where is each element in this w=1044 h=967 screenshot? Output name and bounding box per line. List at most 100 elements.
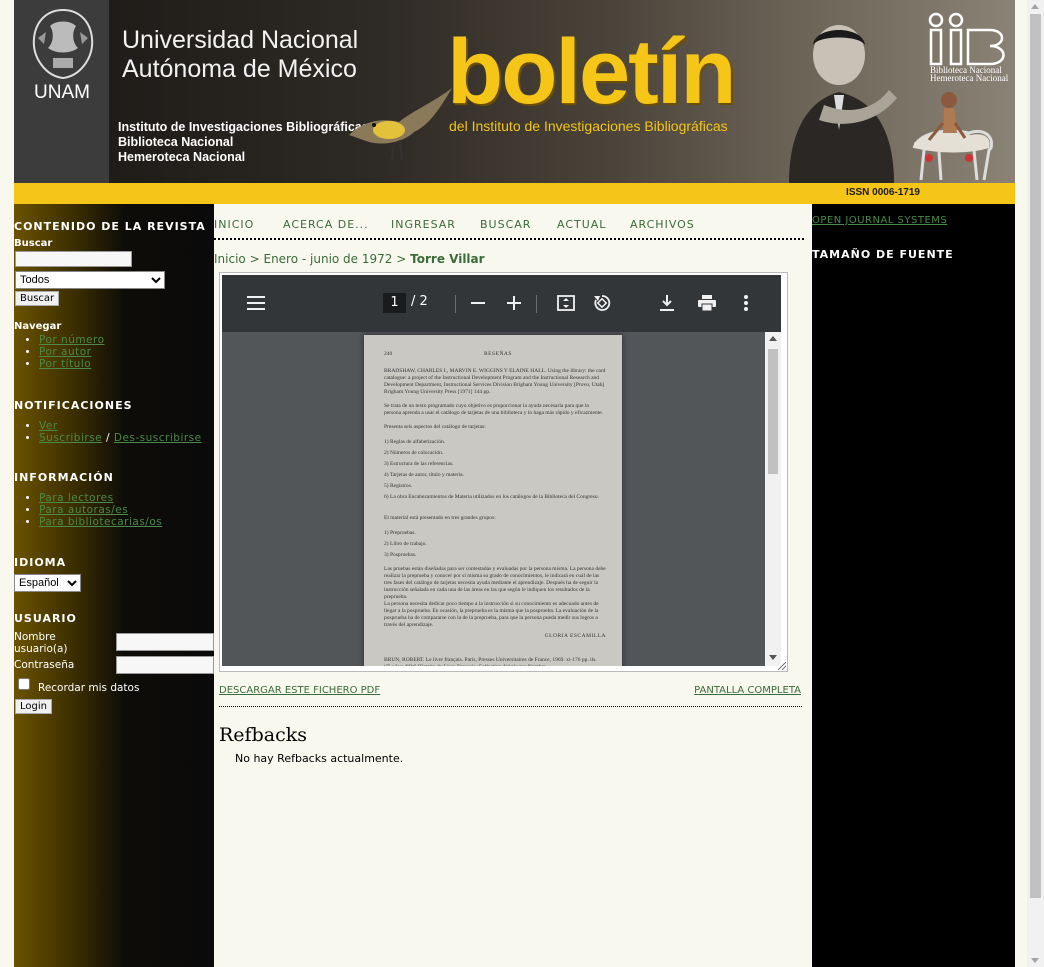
browse-by-title-link[interactable]: Por título xyxy=(39,358,91,370)
search-scope-select[interactable]: Todos xyxy=(15,271,165,289)
font-size-title: TAMAÑO DE FUENTE xyxy=(812,248,954,261)
username-input[interactable] xyxy=(116,633,214,651)
journal-title: boletín xyxy=(447,21,737,123)
journal-subtitle: del Instituto de Investigaciones Bibliog… xyxy=(449,118,728,134)
pdf-total-pages: 2 xyxy=(419,294,428,309)
institute-line2: Biblioteca Nacional xyxy=(118,135,234,149)
pdf-page-input[interactable]: 1 xyxy=(383,293,406,313)
breadcrumb-issue-link[interactable]: Enero - junio de 1972 xyxy=(263,252,392,266)
nav-item-buscar[interactable]: BUSCAR xyxy=(480,218,531,231)
scroll-up-icon[interactable] xyxy=(1031,4,1039,9)
scroll-down-icon[interactable] xyxy=(1031,958,1039,963)
unam-logo-block[interactable]: UNAM xyxy=(14,0,109,183)
pdf-paragraph: Presenta seis aspectos del catálogo de t… xyxy=(384,424,486,430)
nav-item-ingresar[interactable]: INGRESAR xyxy=(391,218,456,231)
breadcrumb: Inicio > Enero - junio de 1972 > Torre V… xyxy=(214,252,485,266)
toolbar-divider xyxy=(455,295,456,313)
pdf-paragraph: La persona necesita dedicar poco tiempo … xyxy=(384,601,599,628)
scroll-down-icon[interactable] xyxy=(769,655,777,660)
pdf-list-item: 6) La obra Encabezamientos de Materia ut… xyxy=(384,494,599,500)
for-authors-link[interactable]: Para autoras/es xyxy=(39,504,128,516)
list-item: Por autor xyxy=(39,346,229,358)
for-librarians-link[interactable]: Para bibliotecarias/os xyxy=(39,516,162,528)
nav-item-inicio[interactable]: INICIO xyxy=(214,218,254,231)
pdf-document-area[interactable]: 240 RESEÑAS BRADSHAW, CHARLES I., MARVIN… xyxy=(222,332,765,666)
pdf-paragraph: BRUN, ROBERT. Le livre français. París, … xyxy=(384,657,597,666)
download-icon[interactable] xyxy=(660,295,674,311)
nav-item-actual[interactable]: ACTUAL xyxy=(557,218,606,231)
browse-label: Navegar xyxy=(14,321,62,332)
pdf-toolbar: 1 / 2 xyxy=(222,275,781,332)
for-readers-link[interactable]: Para lectores xyxy=(39,492,114,504)
language-title: IDIOMA xyxy=(14,556,67,569)
pdf-list-item: 3) Pospruebas. xyxy=(384,552,417,558)
language-select[interactable]: Español xyxy=(14,574,81,592)
search-label: Buscar xyxy=(14,238,53,249)
left-sidebar: CONTENIDO DE LA REVISTA Buscar Todos Bus… xyxy=(14,204,214,967)
pdf-paragraph: El material está presentado en tres gran… xyxy=(384,515,496,521)
nav-divider xyxy=(214,238,804,240)
link-separator: / xyxy=(105,432,111,444)
search-input[interactable] xyxy=(15,251,132,267)
journal-content-title: CONTENIDO DE LA REVISTA xyxy=(14,220,206,233)
scroll-up-icon[interactable] xyxy=(769,336,777,341)
rotate-icon[interactable] xyxy=(593,294,611,312)
download-pdf-link[interactable]: DESCARGAR ESTE FICHERO PDF xyxy=(219,685,380,696)
subscribe-link[interactable]: Suscribirse xyxy=(39,432,102,444)
pdf-page-separator: / xyxy=(411,294,416,309)
iib-caption-line2: Hemeroteca Nacional xyxy=(930,73,1009,83)
notifications-view-link[interactable]: Ver xyxy=(39,420,58,432)
pdf-viewer[interactable]: 1 / 2 240 RESEÑAS BRADSHAW, CHARLES I., … xyxy=(219,272,788,672)
information-title: INFORMACIÓN xyxy=(14,471,114,484)
menu-icon[interactable] xyxy=(247,296,265,310)
browse-by-issue-link[interactable]: Por número xyxy=(39,334,105,346)
pdf-list-item: 2) Números de colocación. xyxy=(384,450,444,456)
pdf-scrollbar[interactable] xyxy=(765,332,781,666)
pdf-scrollbar-thumb[interactable] xyxy=(768,349,778,474)
pdf-paragraph: Se trata de un texto programado cuyo obj… xyxy=(384,403,603,416)
remember-me-checkbox[interactable] xyxy=(18,678,30,690)
pdf-list-item: 1) Reglas de alfabetización. xyxy=(384,439,446,445)
pdf-list-item: 2) Libro de trabajo. xyxy=(384,541,427,547)
pdf-page-total: / 2 xyxy=(411,294,428,309)
pdf-list-item: 1) Prepruebas. xyxy=(384,530,416,536)
breadcrumb-home-link[interactable]: Inicio xyxy=(214,252,246,266)
pdf-page-section-title: RESEÑAS xyxy=(484,351,512,357)
content-divider xyxy=(219,706,802,707)
user-title: USUARIO xyxy=(14,612,77,625)
page-scrollbar[interactable] xyxy=(1027,0,1044,967)
refbacks-message: No hay Refbacks actualmente. xyxy=(235,752,404,765)
right-sidebar: OPEN JOURNAL SYSTEMS TAMAÑO DE FUENTE xyxy=(812,204,1015,967)
fit-page-icon[interactable] xyxy=(557,295,575,311)
nav-item-acerca[interactable]: ACERCA DE... xyxy=(283,218,369,231)
browse-by-author-link[interactable]: Por autor xyxy=(39,346,91,358)
password-input[interactable] xyxy=(116,656,214,674)
page-scrollbar-thumb[interactable] xyxy=(1030,14,1041,898)
pdf-list-item: 4) Tarjetas de autor, título y materia. xyxy=(384,472,464,478)
fullscreen-link[interactable]: PANTALLA COMPLETA xyxy=(694,685,801,696)
breadcrumb-current: Torre Villar xyxy=(410,252,485,266)
username-label: Nombre usuario(a) xyxy=(14,631,68,655)
institute-line1: Instituto de Investigaciones Bibliográfi… xyxy=(118,120,369,134)
ojs-link[interactable]: OPEN JOURNAL SYSTEMS xyxy=(812,215,947,226)
nav-item-archivos[interactable]: ARCHIVOS xyxy=(630,218,695,231)
resize-grip-icon[interactable] xyxy=(778,662,786,670)
login-button[interactable]: Login xyxy=(15,699,52,714)
unam-label: UNAM xyxy=(34,82,90,103)
zoom-out-icon[interactable] xyxy=(471,302,485,304)
notifications-list: Ver Suscribirse / Des-suscribirse xyxy=(14,420,229,444)
zoom-in-icon[interactable] xyxy=(507,296,521,310)
refbacks-title: Refbacks xyxy=(219,724,307,746)
university-name: Universidad Nacional Autónoma de México xyxy=(122,26,358,84)
search-button[interactable]: Buscar xyxy=(15,291,60,306)
list-item: Para autoras/es xyxy=(39,504,229,516)
unsubscribe-link[interactable]: Des-suscribirse xyxy=(114,432,202,444)
list-item: Por número xyxy=(39,334,229,346)
unam-crest-icon xyxy=(32,8,94,80)
password-label: Contraseña xyxy=(14,659,75,671)
more-icon[interactable] xyxy=(744,295,748,311)
print-icon[interactable] xyxy=(698,295,716,311)
browse-list: Por número Por autor Por título xyxy=(14,334,229,370)
pdf-page-header: 240 RESEÑAS xyxy=(384,351,606,358)
list-item: Ver xyxy=(39,420,229,432)
